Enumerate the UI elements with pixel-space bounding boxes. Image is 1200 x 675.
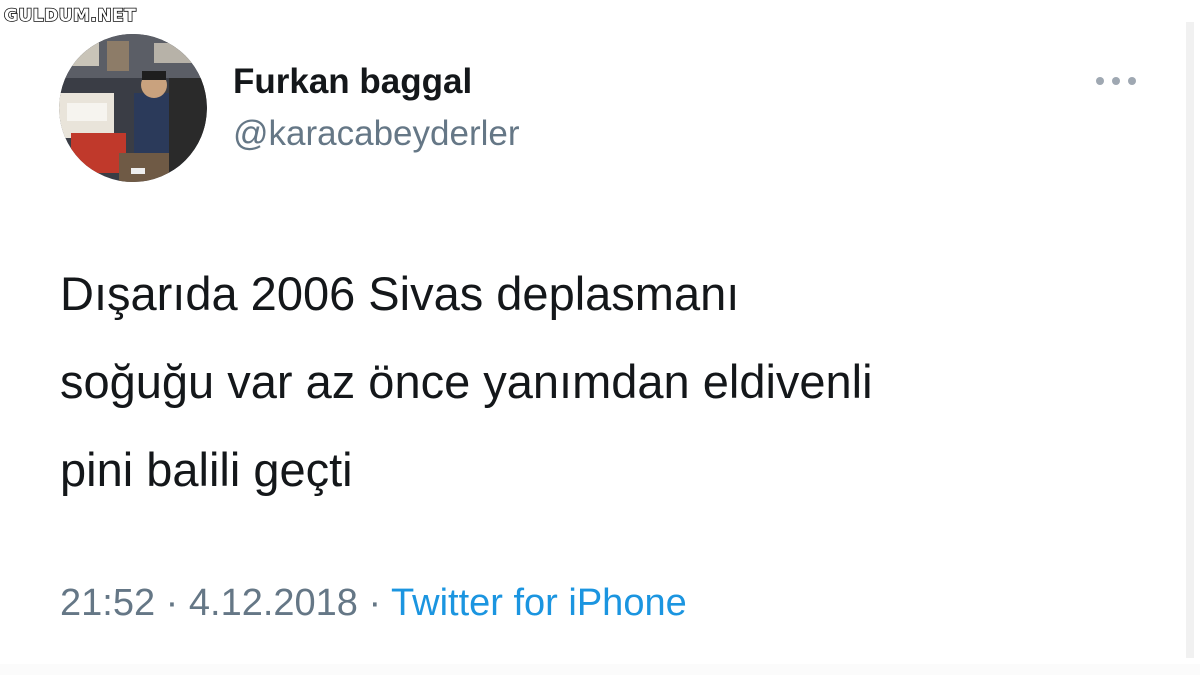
ellipsis-icon [1096,77,1136,85]
tweet-page: GULDUM.NET Furkan baggal @karacabeyderle… [0,0,1200,675]
tweet-text-line: soğuğu var az önce yanımdan eldivenli [60,355,873,408]
user-handle[interactable]: @karacabeyderler [233,114,520,154]
tweet-text: Dışarıda 2006 Sivas deplasmanı soğuğu va… [60,250,1150,514]
tweet-meta: 21:52 · 4.12.2018 · Twitter for iPhone [60,582,687,625]
tweet-date[interactable]: 4.12.2018 [189,582,358,624]
bottom-divider [0,664,1200,675]
tweet-source-link[interactable]: Twitter for iPhone [391,582,687,624]
scroll-edge [1186,22,1194,658]
tweet-text-line: pini balili geçti [60,443,353,496]
watermark-logo: GULDUM.NET [3,5,137,27]
avatar-photo-icon [59,34,207,182]
avatar[interactable] [59,33,207,183]
meta-separator: · [357,582,392,624]
more-options-button[interactable] [1092,66,1140,96]
meta-separator: · [155,582,189,624]
display-name[interactable]: Furkan baggal [233,62,472,102]
tweet-time[interactable]: 21:52 [60,582,155,624]
tweet-text-line: Dışarıda 2006 Sivas deplasmanı [60,267,740,320]
